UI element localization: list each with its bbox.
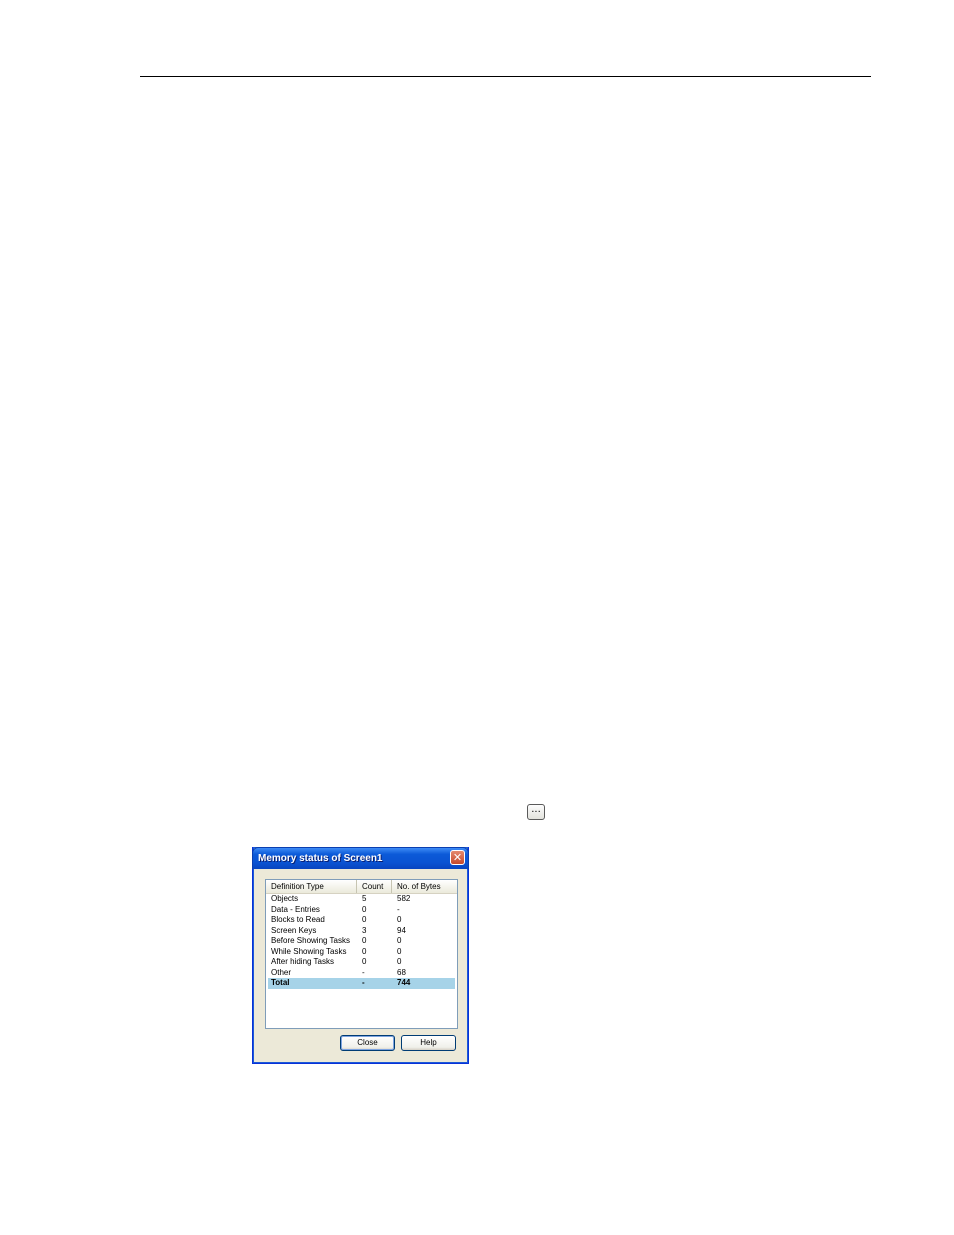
memory-status-dialog: Memory status of Screen1 ✕ Definition Ty… bbox=[252, 847, 469, 1064]
dialog-titlebar[interactable]: Memory status of Screen1 ✕ bbox=[252, 847, 469, 869]
close-icon[interactable]: ✕ bbox=[450, 850, 465, 865]
list-header: Definition Type Count No. of Bytes bbox=[266, 880, 457, 894]
table-row[interactable]: Objects 5 582 bbox=[268, 894, 455, 905]
memory-list-view[interactable]: Definition Type Count No. of Bytes Objec… bbox=[265, 879, 458, 1029]
header-rule bbox=[140, 76, 871, 77]
help-button[interactable]: Help bbox=[401, 1035, 456, 1051]
table-row[interactable]: Screen Keys 3 94 bbox=[268, 926, 455, 937]
table-row[interactable]: Other - 68 bbox=[268, 968, 455, 979]
ellipsis-button[interactable]: ... bbox=[527, 804, 545, 820]
table-row[interactable]: Data - Entries 0 - bbox=[268, 905, 455, 916]
table-row[interactable]: Before Showing Tasks 0 0 bbox=[268, 936, 455, 947]
column-header-count[interactable]: Count bbox=[357, 880, 392, 893]
table-row[interactable]: After hiding Tasks 0 0 bbox=[268, 957, 455, 968]
close-button[interactable]: Close bbox=[340, 1035, 395, 1051]
table-row[interactable]: Blocks to Read 0 0 bbox=[268, 915, 455, 926]
column-header-bytes[interactable]: No. of Bytes bbox=[392, 880, 457, 893]
table-row-total[interactable]: Total - 744 bbox=[268, 978, 455, 989]
dialog-title: Memory status of Screen1 bbox=[258, 853, 383, 864]
column-header-definition-type[interactable]: Definition Type bbox=[266, 880, 357, 893]
table-row[interactable]: While Showing Tasks 0 0 bbox=[268, 947, 455, 958]
